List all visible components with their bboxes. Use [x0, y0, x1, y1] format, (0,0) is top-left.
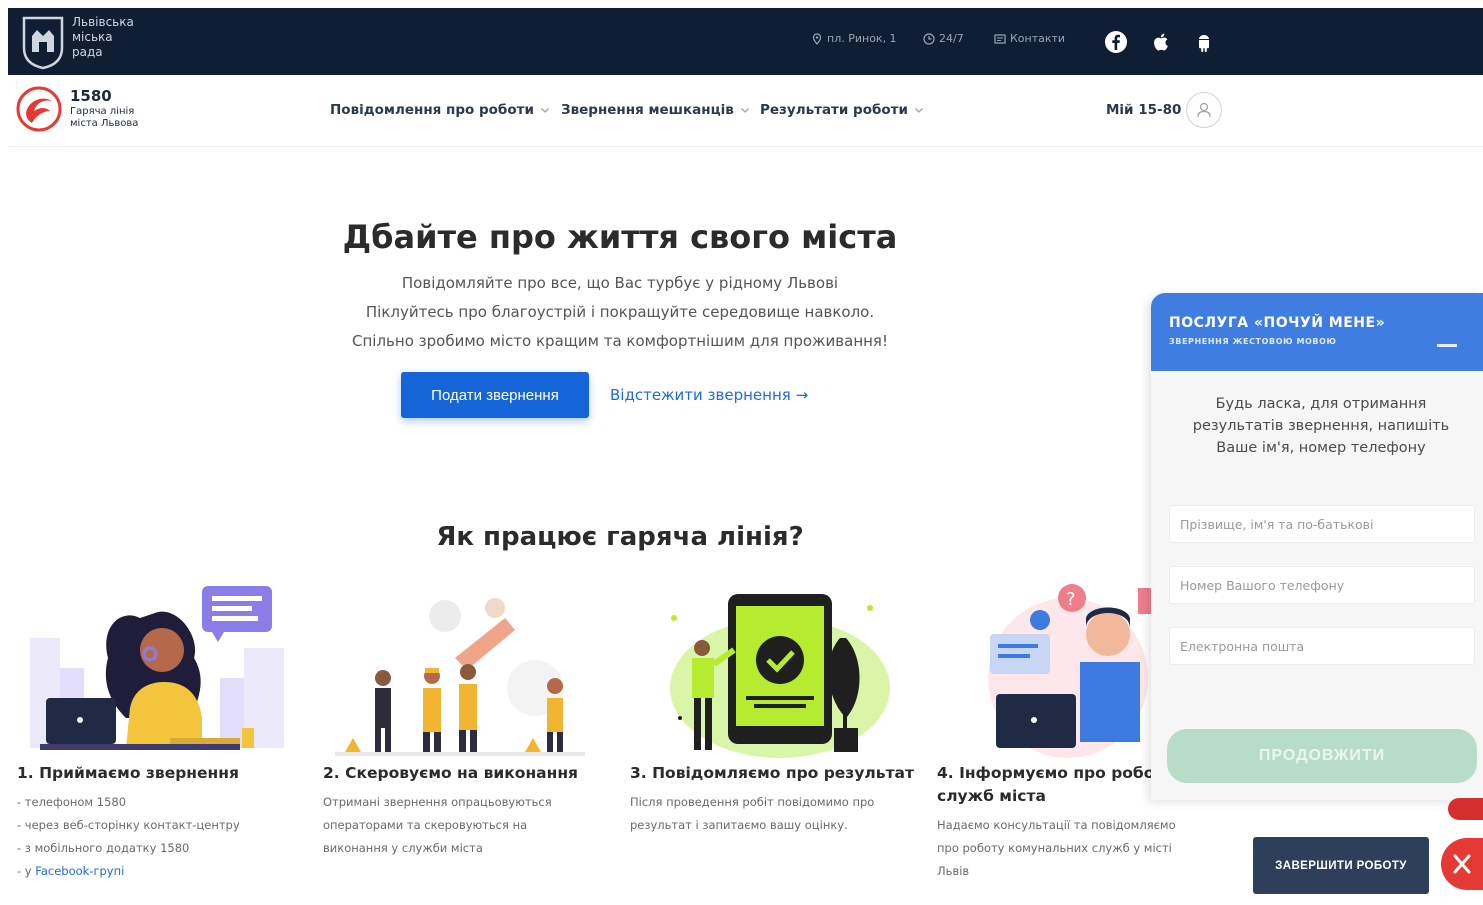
- step-4-illustration: ?: [988, 584, 1151, 758]
- email-input[interactable]: [1169, 627, 1475, 665]
- lviv-city-coat-of-arms-icon[interactable]: [20, 14, 66, 70]
- hear-me-widget: ПОСЛУГА «ПОЧУЙ МЕНЕ» ЗВЕРНЕННЯ ЖЕСТОВОЮ …: [1151, 293, 1483, 800]
- close-icon: [1453, 854, 1471, 874]
- phone-input[interactable]: [1169, 566, 1475, 604]
- hero-text-line: Повідомляйте про все, що Вас турбує у рі…: [401, 274, 839, 292]
- top-bar: Львівська міська рада пл. Ринок, 1 24/7 …: [8, 8, 1483, 75]
- hotline-subtitle: Гаряча лінія міста Львова: [70, 106, 139, 129]
- nav-residents-requests[interactable]: Звернення мешканців: [561, 102, 750, 118]
- step-1-illustration: [30, 586, 284, 750]
- clock-icon: [923, 32, 935, 45]
- chevron-down-icon: [740, 108, 749, 113]
- avatar[interactable]: [1186, 92, 1222, 128]
- hero-text-line: Піклуйтесь про благоустрій і покращуйте …: [365, 303, 875, 321]
- contacts-icon: [994, 33, 1006, 44]
- hero-title: Дбайте про життя свого міста: [342, 218, 898, 256]
- nav-work-results[interactable]: Результати роботи: [760, 102, 924, 118]
- submit-request-button[interactable]: Подати звернення: [401, 372, 589, 418]
- step-2-illustration: [335, 598, 585, 756]
- android-icon[interactable]: [1192, 30, 1216, 54]
- widget-title: ПОСЛУГА «ПОЧУЙ МЕНЕ»: [1169, 315, 1386, 331]
- hours-info: 24/7: [923, 32, 964, 45]
- step-4-text: Надаємо консультації та повідомляємо про…: [937, 818, 1176, 878]
- chevron-down-icon: [540, 108, 549, 113]
- step-3-illustration: [670, 594, 890, 758]
- step-2-text: Отримані звернення опрацьовуються операт…: [323, 795, 552, 855]
- step-3-text: Після проведення робіт повідомимо про ре…: [630, 795, 875, 832]
- widget-header[interactable]: ПОСЛУГА «ПОЧУЙ МЕНЕ» ЗВЕРНЕННЯ ЖЕСТОВОЮ …: [1151, 293, 1483, 371]
- hotline-number[interactable]: 1580: [70, 87, 112, 105]
- track-request-link[interactable]: Відстежити звернення →: [610, 386, 808, 404]
- minimize-icon[interactable]: [1437, 329, 1457, 347]
- finish-session-button[interactable]: ЗАВЕРШИТИ РОБОТУ: [1253, 837, 1429, 894]
- full-name-input[interactable]: [1169, 505, 1475, 543]
- nav-work-notices[interactable]: Повідомлення про роботи: [330, 102, 550, 118]
- address-info[interactable]: пл. Ринок, 1: [811, 32, 897, 45]
- svg-text:?: ?: [1066, 589, 1076, 610]
- step-3-title: 3. Повідомляємо про результат: [630, 764, 915, 782]
- widget-subtitle: ЗВЕРНЕННЯ ЖЕСТОВОЮ МОВОЮ: [1169, 337, 1337, 346]
- step-2-title: 2. Скеровуємо на виконання: [323, 764, 578, 782]
- notification-badge[interactable]: [1448, 798, 1483, 820]
- continue-button[interactable]: ПРОДОВЖИТИ: [1167, 729, 1477, 783]
- facebook-icon[interactable]: [1104, 30, 1128, 54]
- how-it-works-title: Як працює гаряча лінія?: [436, 522, 804, 552]
- hotline-logo-icon[interactable]: [16, 85, 62, 133]
- contacts-link[interactable]: Контакти: [994, 32, 1065, 45]
- widget-message: Будь ласка, для отримання результатів зв…: [1192, 396, 1450, 456]
- step-4-title: 4. Інформуємо про робо служб міста: [937, 764, 1152, 805]
- main-navbar: 1580 Гаряча лінія міста Львова Повідомле…: [8, 75, 1483, 147]
- apple-icon[interactable]: [1149, 30, 1173, 54]
- my-account-link[interactable]: Мій 15-80: [1106, 102, 1181, 118]
- hero-text-line: Спільно зробимо місто кращим та комфортн…: [352, 332, 888, 350]
- facebook-group-link[interactable]: Facebook-групі: [35, 864, 124, 878]
- chevron-down-icon: [915, 108, 923, 113]
- user-icon: [1197, 102, 1211, 118]
- close-button[interactable]: [1441, 838, 1483, 890]
- step-1-text: - телефоном 1580 - через веб-сторінку ко…: [17, 795, 240, 878]
- location-icon: [812, 32, 822, 45]
- city-council-name[interactable]: Львівська міська рада: [72, 15, 134, 60]
- step-1-title: 1. Приймаємо звернення: [17, 764, 239, 782]
